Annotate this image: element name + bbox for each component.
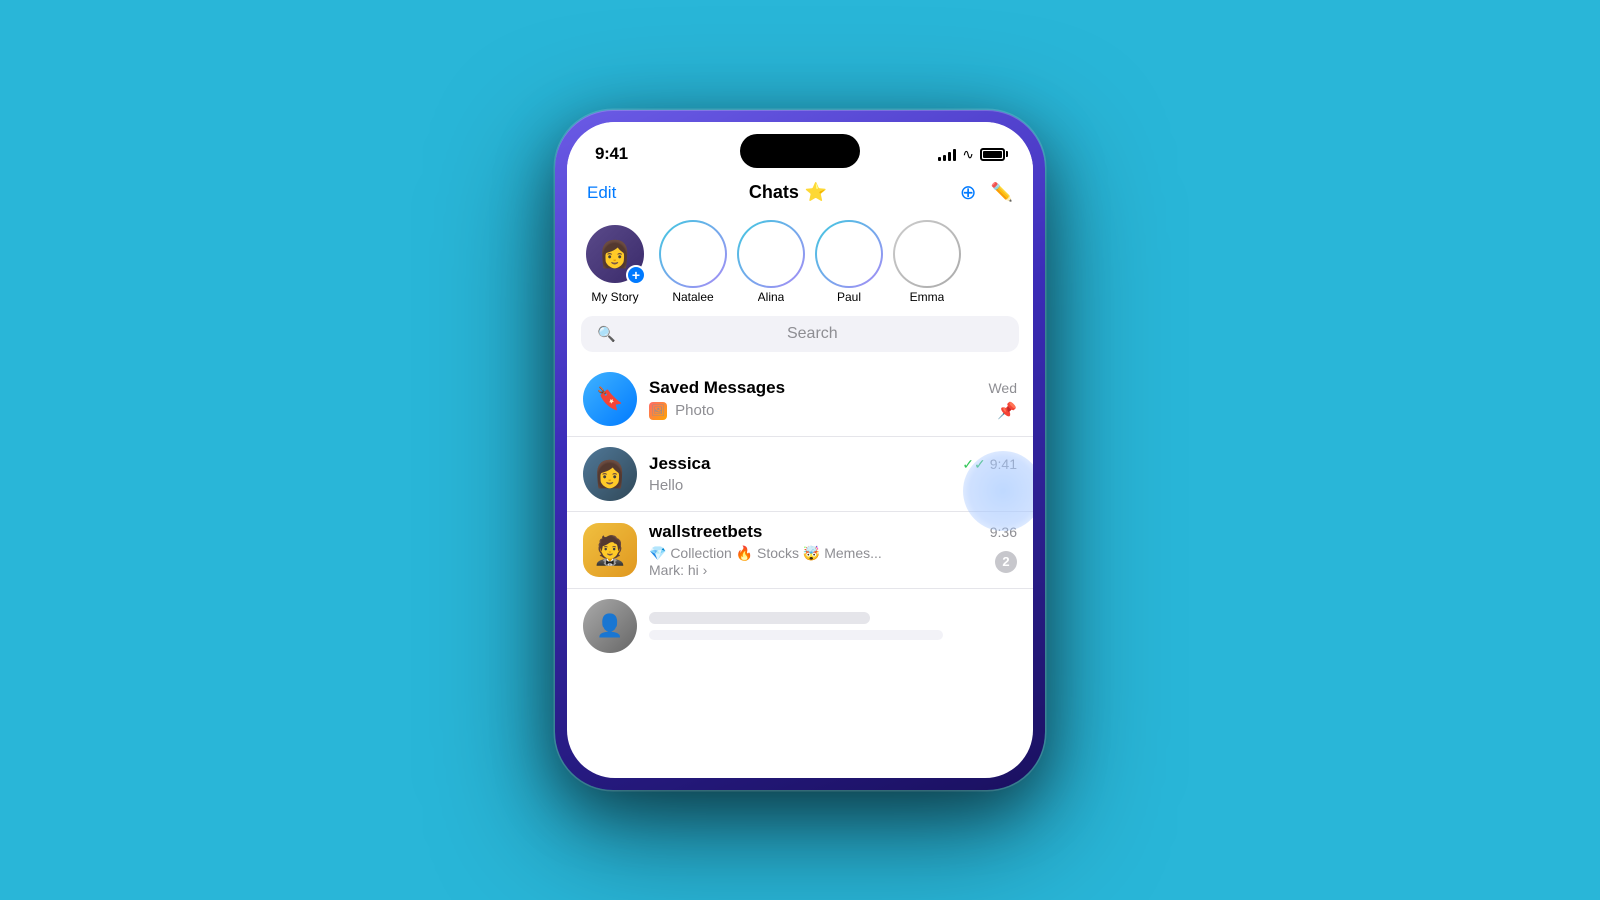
chat-item-wallstreetbets[interactable]: 🤵 wallstreetbets 9:36 💎 Collection 🔥 Sto… xyxy=(567,512,1033,589)
chat-list: 🔖 Saved Messages Wed 🖼 Photo 📌 xyxy=(567,362,1033,663)
story-ring-natalee xyxy=(659,220,727,288)
wallstreetbets-avatar: 🤵 xyxy=(583,523,637,577)
chat-top-wallstreetbets: wallstreetbets 9:36 xyxy=(649,522,1017,542)
story-name-natalee: Natalee xyxy=(672,290,713,304)
story-avatar-wrap-alina: 👩 xyxy=(740,223,802,285)
wifi-icon: ∿ xyxy=(962,146,974,163)
bookmark-icon: 🔖 xyxy=(596,386,623,412)
chat-bottom-wallstreetbets: 💎 Collection 🔥 Stocks 🤯 Memes... Mark: h… xyxy=(649,545,1017,578)
chat-sub-preview-wallstreetbets: Mark: hi › xyxy=(649,562,995,578)
phone-mockup: 9:41 ∿ Edit Chats ⭐ xyxy=(555,110,1045,790)
jessica-avatar: 👩 xyxy=(583,447,637,501)
story-paul[interactable]: 👨 Paul xyxy=(813,223,885,304)
saved-messages-avatar: 🔖 xyxy=(583,372,637,426)
chat-item-saved[interactable]: 🔖 Saved Messages Wed 🖼 Photo 📌 xyxy=(567,362,1033,437)
chat-time-wallstreetbets: 9:36 xyxy=(990,524,1017,540)
story-avatar-wrap-my: 👩 + xyxy=(584,223,646,285)
double-checkmark-icon: ✓✓ xyxy=(962,456,985,473)
chat-content-saved: Saved Messages Wed 🖼 Photo 📌 xyxy=(649,378,1017,421)
header-title-group: Chats ⭐ xyxy=(749,182,827,203)
partial-avatar: 👤 xyxy=(583,599,637,653)
chat-time-saved: Wed xyxy=(988,380,1017,396)
chat-item-jessica[interactable]: 👩 Jessica ✓✓ 9:41 Hello xyxy=(567,437,1033,512)
photo-thumbnail: 🖼 xyxy=(649,402,667,420)
chat-bottom-saved: 🖼 Photo 📌 xyxy=(649,401,1017,421)
story-avatar-wrap-natalee: 👩‍🦱 xyxy=(662,223,724,285)
story-name-emma: Emma xyxy=(910,290,945,304)
edit-button[interactable]: Edit xyxy=(587,183,616,203)
chat-preview-saved: 🖼 Photo xyxy=(649,402,997,420)
story-ring-paul xyxy=(815,220,883,288)
add-story-badge: + xyxy=(626,265,646,285)
chat-preview-jessica: Hello xyxy=(649,477,1017,494)
chat-name-wallstreetbets: wallstreetbets xyxy=(649,522,762,542)
app-header: Edit Chats ⭐ ⊕ ✏️ xyxy=(567,172,1033,215)
signal-icon xyxy=(938,147,956,161)
chats-title: Chats xyxy=(749,182,799,203)
header-actions: ⊕ ✏️ xyxy=(960,180,1013,205)
pin-icon: 📌 xyxy=(997,401,1017,421)
story-emma[interactable]: 👩 Emma xyxy=(891,223,963,304)
story-ring-emma xyxy=(893,220,961,288)
chat-top-jessica: Jessica ✓✓ 9:41 xyxy=(649,454,1017,474)
story-natalee[interactable]: 👩‍🦱 Natalee xyxy=(657,223,729,304)
search-placeholder: Search xyxy=(622,325,1003,343)
chat-preview-wallstreetbets: 💎 Collection 🔥 Stocks 🤯 Memes... xyxy=(649,545,995,562)
search-icon: 🔍 xyxy=(597,325,616,343)
status-icons: ∿ xyxy=(938,146,1005,163)
partial-preview-placeholder xyxy=(649,630,943,640)
battery-icon xyxy=(980,148,1005,161)
chat-bottom-jessica: Hello xyxy=(649,477,1017,494)
chat-top-saved: Saved Messages Wed xyxy=(649,378,1017,398)
story-name-paul: Paul xyxy=(837,290,861,304)
dynamic-island xyxy=(740,134,860,168)
story-my-story[interactable]: 👩 + My Story xyxy=(579,223,651,304)
partial-name-placeholder xyxy=(649,612,870,624)
story-alina[interactable]: 👩 Alina xyxy=(735,223,807,304)
story-avatar-wrap-emma: 👩 xyxy=(896,223,958,285)
search-bar[interactable]: 🔍 Search xyxy=(581,316,1019,352)
stories-row: 👩 + My Story 👩‍🦱 Natalee xyxy=(567,215,1033,316)
unread-badge-wallstreetbets: 2 xyxy=(995,551,1017,573)
chat-time-jessica: 9:41 xyxy=(990,456,1017,472)
phone-screen: 9:41 ∿ Edit Chats ⭐ xyxy=(567,122,1033,778)
story-name-alina: Alina xyxy=(758,290,785,304)
compose-button[interactable]: ✏️ xyxy=(991,182,1013,203)
chat-content-jessica: Jessica ✓✓ 9:41 Hello xyxy=(649,454,1017,494)
partial-content xyxy=(649,612,1017,640)
chat-item-partial[interactable]: 👤 xyxy=(567,589,1033,663)
story-ring-alina xyxy=(737,220,805,288)
chat-name-saved: Saved Messages xyxy=(649,378,785,398)
story-avatar-wrap-paul: 👨 xyxy=(818,223,880,285)
status-time: 9:41 xyxy=(595,144,628,164)
chat-content-wallstreetbets: wallstreetbets 9:36 💎 Collection 🔥 Stock… xyxy=(649,522,1017,578)
story-name-my: My Story xyxy=(591,290,638,304)
add-story-button[interactable]: ⊕ xyxy=(960,180,977,205)
status-bar: 9:41 ∿ xyxy=(567,122,1033,172)
chat-name-jessica: Jessica xyxy=(649,454,710,474)
star-icon: ⭐ xyxy=(805,182,827,203)
